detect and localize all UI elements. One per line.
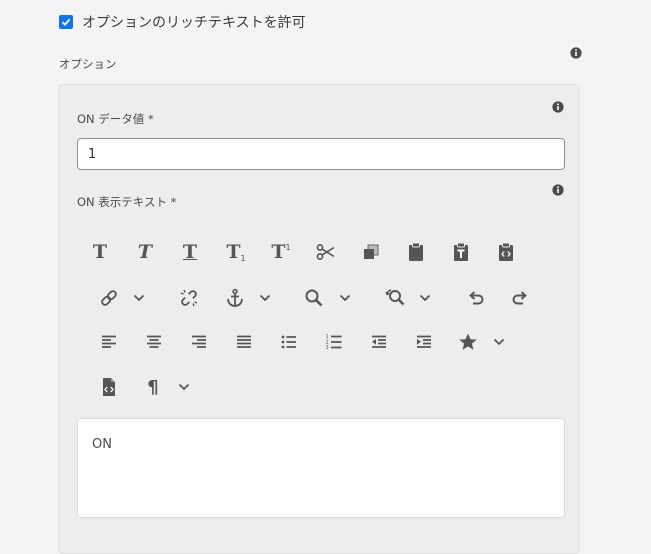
link-dropdown[interactable]	[132, 286, 146, 310]
underline-button[interactable]: T	[179, 240, 201, 264]
outdent-icon	[372, 335, 386, 348]
indent-button[interactable]	[413, 330, 435, 354]
anchor-icon	[227, 288, 243, 307]
align-right-button[interactable]	[188, 330, 210, 354]
justify-button[interactable]	[233, 330, 255, 354]
italic-button[interactable]: T	[134, 240, 156, 264]
special-characters-button[interactable]	[457, 330, 479, 354]
justify-icon	[237, 335, 251, 348]
outdent-button[interactable]	[368, 330, 390, 354]
paragraph-format-button[interactable]: ¶	[143, 375, 163, 399]
paste-button[interactable]	[405, 240, 427, 264]
on-data-value-label: ON データ値 *	[77, 112, 154, 126]
on-display-text-label: ON 表示テキスト *	[77, 195, 177, 209]
source-code-file-icon	[103, 378, 115, 396]
link-icon	[101, 290, 117, 306]
check-icon	[61, 18, 71, 26]
find-replace-dropdown[interactable]	[418, 286, 432, 310]
undo-icon	[469, 291, 484, 305]
numbered-list-icon: 1 2 3	[326, 334, 342, 351]
find-button[interactable]	[303, 286, 325, 310]
superscript-icon: T	[271, 240, 286, 263]
find-replace-icon	[385, 289, 405, 306]
bulleted-list-button[interactable]	[278, 330, 300, 354]
align-center-icon	[147, 335, 161, 348]
on-display-text-editor[interactable]: ON	[77, 418, 565, 518]
rich-text-option-row[interactable]: オプションのリッチテキストを許可	[59, 12, 306, 32]
bold-button[interactable]: T	[89, 240, 111, 264]
align-left-button[interactable]	[98, 330, 120, 354]
chevron-down-icon	[419, 294, 431, 302]
subscript-icon: T	[226, 240, 241, 263]
align-center-button[interactable]	[143, 330, 165, 354]
unlink-icon	[180, 289, 198, 307]
paste-code-button[interactable]	[495, 240, 517, 264]
align-right-icon	[192, 335, 206, 348]
chevron-down-icon	[259, 294, 271, 302]
indent-icon	[417, 335, 431, 348]
info-icon[interactable]	[552, 184, 564, 196]
link-button[interactable]	[98, 286, 120, 310]
chevron-down-icon	[178, 383, 190, 391]
copy-button[interactable]	[360, 240, 382, 264]
on-data-value-input[interactable]	[77, 138, 565, 170]
anchor-dropdown[interactable]	[258, 286, 272, 310]
info-icon[interactable]	[570, 47, 582, 59]
undo-button[interactable]	[465, 286, 487, 310]
cut-button[interactable]	[315, 240, 337, 264]
paste-text-icon	[454, 242, 468, 261]
rich-text-checkbox-label: オプションのリッチテキストを許可	[82, 15, 306, 31]
find-dropdown[interactable]	[338, 286, 352, 310]
svg-text:3: 3	[326, 345, 329, 351]
anchor-button[interactable]	[224, 286, 246, 310]
chevron-down-icon	[339, 294, 351, 302]
subscript-button[interactable]: T 1	[224, 240, 248, 264]
editor-content: ON	[92, 437, 112, 452]
superscript-button[interactable]: T 1	[269, 240, 293, 264]
info-icon[interactable]	[552, 101, 564, 113]
paragraph-icon: ¶	[147, 376, 159, 398]
options-section-label: オプション	[59, 57, 117, 71]
subscript-mark: 1	[240, 253, 246, 263]
clipboard-icon	[409, 242, 423, 261]
rich-text-checkbox[interactable]	[59, 15, 73, 29]
align-left-icon	[102, 335, 116, 348]
search-icon	[305, 289, 323, 307]
paste-code-icon	[499, 242, 513, 261]
bullet-list-icon	[281, 335, 296, 349]
source-edit-button[interactable]	[99, 375, 119, 399]
redo-icon	[512, 291, 527, 305]
star-icon	[459, 333, 477, 350]
find-replace-button[interactable]	[384, 286, 408, 310]
redo-button[interactable]	[509, 286, 531, 310]
numbered-list-button[interactable]: 1 2 3	[323, 330, 345, 354]
special-characters-dropdown[interactable]	[492, 330, 506, 354]
unlink-button[interactable]	[178, 286, 200, 310]
paragraph-format-dropdown[interactable]	[177, 375, 191, 399]
paste-text-button[interactable]	[450, 240, 472, 264]
underline-icon: T	[182, 240, 198, 263]
chevron-down-icon	[133, 294, 145, 302]
copy-icon	[364, 244, 379, 259]
bold-icon: T	[92, 240, 108, 263]
superscript-mark: 1	[285, 242, 291, 252]
scissors-icon	[316, 244, 335, 260]
italic-icon: T	[137, 240, 153, 263]
chevron-down-icon	[493, 338, 505, 346]
